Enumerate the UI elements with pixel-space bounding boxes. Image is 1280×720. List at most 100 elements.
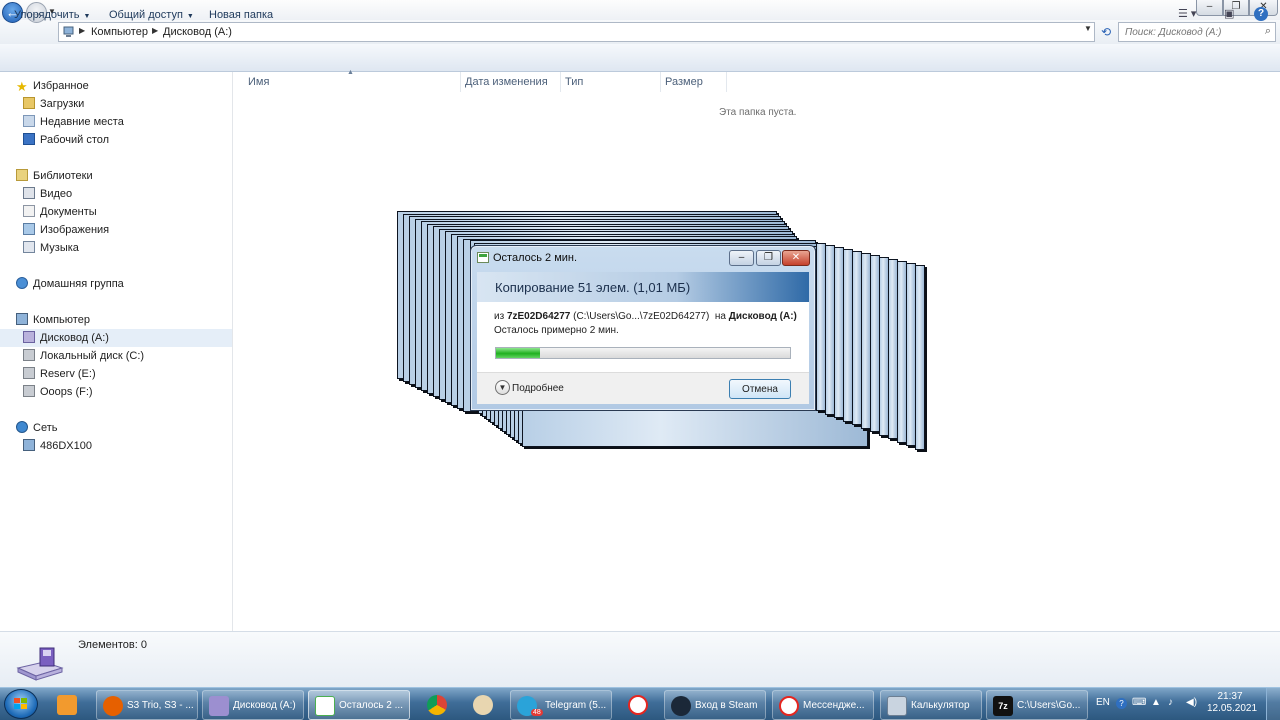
dialog-title: Осталось 2 мин.	[493, 252, 578, 264]
column-header-size[interactable]: Размер	[665, 76, 703, 88]
taskbar-item-messenger[interactable]: Мессендже...	[772, 690, 874, 720]
sidebar-item-486dx100[interactable]: 486DX100	[23, 437, 92, 455]
taskbar-item-firefox[interactable]: S3 Trio, S3 - ...	[96, 690, 198, 720]
sidebar-item-video[interactable]: Видео	[23, 185, 72, 203]
sidebar-item-drive-a[interactable]: Дисковод (A:)	[0, 329, 232, 347]
volume-icon[interactable]: ◀)	[1186, 697, 1197, 708]
language-indicator[interactable]: EN	[1096, 697, 1110, 708]
dialog-minimize-button[interactable]: –	[729, 250, 754, 266]
desktop-icon	[23, 133, 35, 145]
minimize-button[interactable]: –	[1196, 0, 1223, 16]
copy-icon	[315, 696, 335, 716]
clock-time: 21:37	[1217, 691, 1243, 702]
details-pane: Элементов: 0	[0, 631, 1280, 687]
chrome-icon	[427, 695, 447, 715]
sidebar-item-computer[interactable]: Компьютер	[16, 311, 90, 329]
sort-arrow-icon: ▲	[347, 69, 354, 76]
sound-icon[interactable]: ♪	[1168, 697, 1173, 708]
column-header-date[interactable]: Дата изменения	[465, 76, 548, 88]
refresh-icon[interactable]: ⟲	[1098, 24, 1114, 40]
sidebar-item-drive-e[interactable]: Reserv (E:)	[23, 365, 96, 383]
new-folder-button[interactable]: Новая папка	[209, 9, 273, 21]
more-details-label[interactable]: Подробнее	[512, 383, 564, 394]
chrome-pinned[interactable]	[421, 690, 453, 720]
computer-icon	[63, 26, 74, 37]
firefox-icon	[103, 696, 123, 716]
steam-icon	[671, 696, 691, 716]
dialog-close-button[interactable]: ✕	[782, 250, 810, 266]
paint-pinned[interactable]	[467, 690, 499, 720]
floppy-drive-icon	[23, 331, 35, 343]
sidebar-item-favorites[interactable]: ★ Избранное	[16, 77, 89, 95]
source-folder-link[interactable]: 7zE02D64277	[507, 311, 570, 322]
cancel-button[interactable]: Отмена	[729, 379, 791, 399]
recent-places-icon	[23, 115, 35, 127]
taskbar: S3 Trio, S3 - ... Дисковод (A:) Осталось…	[0, 687, 1280, 720]
preview-pane-icon[interactable]: ▣	[1224, 7, 1234, 20]
sidebar-item-downloads[interactable]: Загрузки	[23, 95, 84, 113]
expand-details-icon[interactable]: ▼	[495, 380, 510, 395]
column-header-name[interactable]: Имя	[248, 76, 269, 88]
share-menu[interactable]: Общий доступ ▼	[109, 9, 194, 21]
libraries-icon	[16, 169, 28, 181]
search-box: ⌕	[1118, 22, 1276, 42]
taskbar-item-calculator[interactable]: Калькулятор	[880, 690, 982, 720]
view-options-icon[interactable]: ☰ ▾	[1178, 7, 1196, 20]
network-icon	[16, 421, 28, 433]
dialog-heading: Копирование 51 элем. (1,01 МБ)	[495, 280, 691, 295]
address-dropdown-icon[interactable]: ▼	[1084, 24, 1092, 33]
help-icon[interactable]: ?	[1254, 7, 1268, 21]
dialog-footer: ▼ Подробнее Отмена	[477, 372, 809, 404]
clock-date: 12.05.2021	[1207, 703, 1258, 714]
hard-drive-icon	[23, 385, 35, 397]
taskbar-item-explorer[interactable]: Дисковод (A:)	[202, 690, 304, 720]
computer-icon	[16, 313, 28, 325]
music-library-icon	[23, 241, 35, 253]
copy-icon	[477, 252, 489, 263]
time-remaining-text: Осталось примерно 2 мин.	[494, 325, 619, 336]
taskbar-item-steam[interactable]: Вход в Steam	[664, 690, 766, 720]
empty-folder-text: Эта папка пуста.	[719, 107, 797, 118]
show-desktop-button[interactable]	[1266, 688, 1280, 720]
column-header-type[interactable]: Тип	[565, 76, 583, 88]
chevron-down-icon: ▼	[83, 13, 91, 20]
sidebar-item-documents[interactable]: Документы	[23, 203, 97, 221]
keyboard-tray-icon[interactable]: ⌨	[1132, 697, 1146, 708]
search-icon[interactable]: ⌕	[1265, 25, 1271, 38]
telegram-badge: 48	[531, 709, 543, 716]
taskbar-item-7zip[interactable]: 7z C:\Users\Go...	[986, 690, 1088, 720]
sidebar-item-pictures[interactable]: Изображения	[23, 221, 109, 239]
breadcrumb-drive-a[interactable]: Дисковод (A:)	[163, 26, 232, 38]
sidebar-item-homegroup[interactable]: Домашняя группа	[16, 275, 124, 293]
floppy-drive-icon	[16, 647, 64, 681]
destination-link[interactable]: Дисковод (A:)	[729, 311, 797, 322]
downloads-folder-icon	[23, 97, 35, 109]
breadcrumb-computer[interactable]: Компьютер	[91, 26, 148, 38]
media-player-icon	[57, 695, 77, 715]
start-button[interactable]	[4, 689, 38, 719]
organize-menu[interactable]: Упорядочить ▼	[14, 9, 90, 21]
dialog-maximize-button[interactable]: ❐	[756, 250, 781, 266]
palette-icon	[473, 695, 493, 715]
yandex-icon	[628, 695, 648, 715]
system-clock[interactable]: 21:37 12.05.2021	[1207, 691, 1258, 715]
sidebar-item-network[interactable]: Сеть	[16, 419, 57, 437]
sidebar-item-desktop[interactable]: Рабочий стол	[23, 131, 109, 149]
address-bar[interactable]: ▶ Компьютер ▶ Дисковод (A:)	[58, 22, 1095, 42]
taskbar-item-copy-dialog[interactable]: Осталось 2 ...	[308, 690, 410, 720]
sidebar-item-drive-f[interactable]: Ooops (F:)	[23, 383, 93, 401]
help-tray-icon[interactable]: ?	[1116, 698, 1127, 709]
show-hidden-icons-icon[interactable]: ▲	[1151, 697, 1161, 708]
drive-icon	[209, 696, 229, 716]
sidebar-item-libraries[interactable]: Библиотеки	[16, 167, 93, 185]
sidebar-item-drive-c[interactable]: Локальный диск (C:)	[23, 347, 144, 365]
yandex-browser-pinned[interactable]	[622, 690, 654, 720]
search-input[interactable]	[1119, 23, 1257, 41]
dialog-body: из 7zE02D64277 (C:\Users\Go...\7zE02D642…	[477, 302, 809, 404]
media-player-pinned[interactable]	[51, 690, 83, 720]
calculator-icon	[887, 696, 907, 716]
sidebar-item-music[interactable]: Музыка	[23, 239, 79, 257]
copy-source-line: из 7zE02D64277 (C:\Users\Go...\7zE02D642…	[494, 311, 797, 322]
sidebar-item-recent-places[interactable]: Недавние места	[23, 113, 124, 131]
taskbar-item-telegram[interactable]: 48 Telegram (5...	[510, 690, 612, 720]
